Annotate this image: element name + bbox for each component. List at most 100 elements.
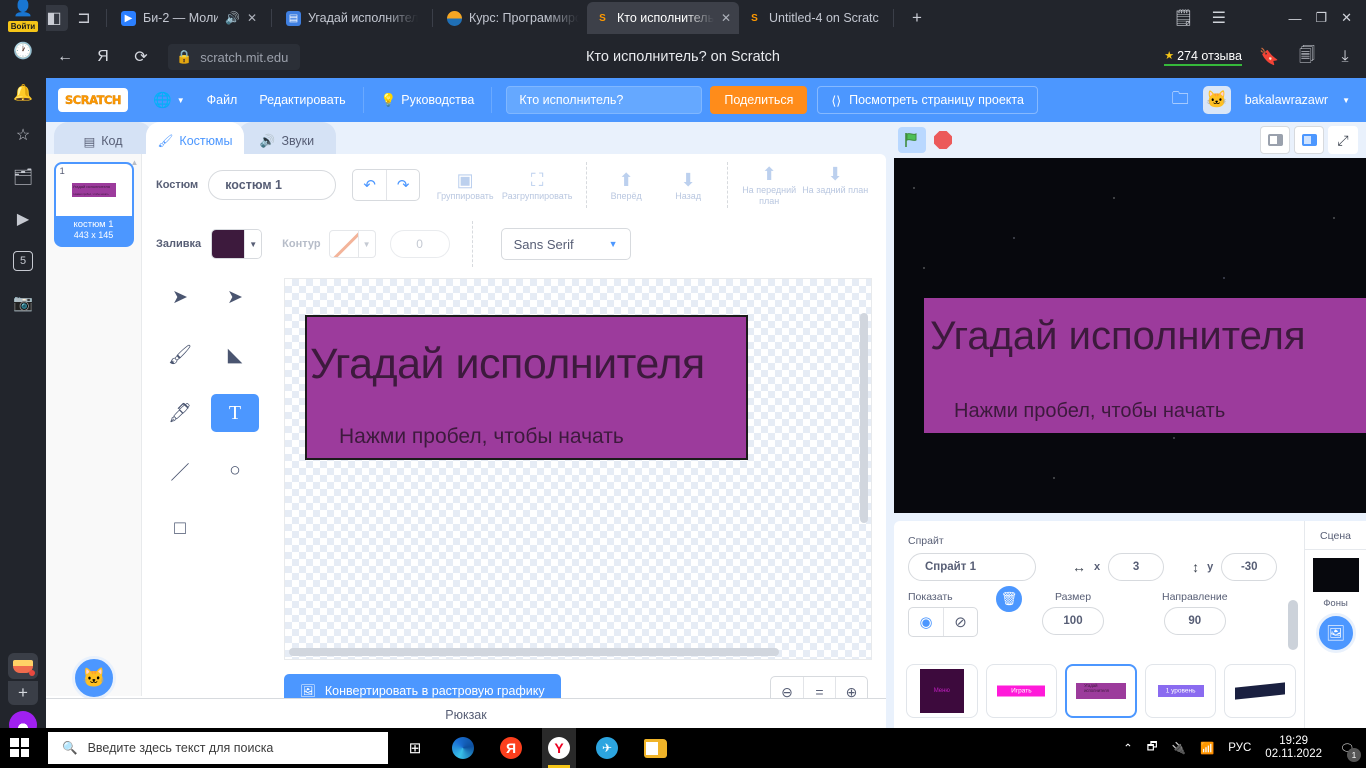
minimize-button[interactable]: — [1288, 11, 1301, 26]
line-tool[interactable]: ／ [156, 452, 204, 490]
project-name-input[interactable]: Кто исполнитель? [506, 86, 703, 114]
fill-color-picker[interactable]: ▼ [211, 229, 263, 259]
backpack-bar[interactable]: Рюкзак [46, 698, 886, 730]
history-icon[interactable]: 🕐 [0, 30, 46, 72]
costume-item[interactable]: 1 Угадай исполнителя Нажми пробел, чтобы… [53, 162, 134, 247]
browser-tab-2[interactable]: Курс: Программирован [439, 2, 587, 34]
sprite-list-scrollbar[interactable] [1288, 600, 1298, 650]
close-icon[interactable]: ✕ [721, 11, 731, 25]
counter-5-icon[interactable]: 5 [0, 240, 46, 282]
yandex-icon[interactable]: Я [494, 728, 528, 768]
redo-icon[interactable]: ↷ [386, 170, 419, 200]
ungroup-button[interactable]: ⛶ Разгруппировать [496, 169, 578, 202]
forward-button[interactable]: ⬆ Вперёд [595, 169, 657, 202]
new-tab-group-icon[interactable]: ⊐ [70, 5, 98, 31]
group-button[interactable]: ▣ Группировать [434, 169, 496, 202]
bell-icon[interactable]: 🔔 [0, 72, 46, 114]
start-button[interactable] [10, 738, 29, 757]
stage-thumbnail[interactable] [1312, 558, 1359, 592]
star-icon[interactable]: ☆ [0, 114, 46, 156]
menu-file[interactable]: Файл [196, 78, 249, 122]
eraser-tool[interactable]: ◣ [211, 336, 259, 374]
task-view-icon[interactable]: ⊞ [398, 728, 432, 768]
green-flag-icon[interactable] [898, 127, 926, 153]
clock[interactable]: 19:29 02.11.2022 [1265, 735, 1322, 761]
outline-color-picker[interactable] [328, 230, 359, 258]
sprite-thumb-4[interactable] [1224, 664, 1296, 718]
browser-tab-0[interactable]: ▶ Би-2 — Молитва 🔊 ✕ [113, 2, 265, 34]
project-page-button[interactable]: ⟨⟩ Посмотреть страницу проекта [817, 86, 1038, 114]
maximize-button[interactable]: ❐ [1315, 10, 1327, 26]
yandex-turbo-icon[interactable]: Я [92, 48, 114, 66]
undo-icon[interactable]: ↶ [353, 170, 386, 200]
reload-icon[interactable]: ⟳ [130, 47, 152, 67]
login-badge[interactable]: 👤 Войти [4, 1, 42, 34]
add-sidebar-button[interactable]: + [8, 681, 38, 705]
show-visible-button[interactable]: ◉ [909, 608, 943, 636]
text-tool[interactable]: T [211, 394, 259, 432]
size-input[interactable]: 100 [1042, 607, 1104, 635]
add-backdrop-button[interactable]: 🖼 [1315, 613, 1356, 653]
notifications-icon[interactable]: 🗨 1 [1336, 737, 1361, 762]
tab-costumes[interactable]: 🖌 Костюмы [146, 122, 244, 160]
share-button[interactable]: Поделиться [710, 86, 808, 114]
brush-tool[interactable]: 🖌 [156, 336, 204, 374]
sprite-thumb-3[interactable]: 1 уровень [1144, 664, 1217, 718]
sprite-thumb-2[interactable]: Угадай исполнителя [1065, 664, 1137, 718]
x-input[interactable]: 3 [1108, 553, 1165, 581]
fill-tool[interactable]: 🖋 [156, 394, 204, 432]
explorer-icon[interactable] [638, 728, 672, 768]
small-stage-button[interactable] [1260, 126, 1290, 154]
browser-tab-1[interactable]: ▤ Угадай исполнителя Бо [278, 2, 426, 34]
large-stage-button[interactable] [1294, 126, 1324, 154]
yandex-browser-icon[interactable]: Y [542, 728, 576, 768]
edge-icon[interactable] [446, 728, 480, 768]
costume-name-input[interactable]: костюм 1 [208, 170, 337, 200]
browser-tab-3[interactable]: S Кто исполнитель? on ✕ [587, 2, 739, 34]
language-indicator[interactable]: РУС [1228, 742, 1251, 754]
player-icon[interactable]: ▶ [0, 198, 46, 240]
telegram-icon[interactable]: ✈ [590, 728, 624, 768]
reviews-badge[interactable]: ★ 274 отзыва [1164, 49, 1242, 66]
font-select[interactable]: Sans Serif ▼ [500, 228, 631, 260]
collections-icon[interactable]: 🗐 [1296, 44, 1318, 71]
search-input[interactable]: 🔍 Введите здесь текст для поиска [48, 732, 388, 764]
chevron-up-icon[interactable]: ⌃ [1123, 741, 1133, 755]
sprite-thumb-0[interactable]: Меню [906, 664, 978, 718]
address-bar[interactable]: 🔒 scratch.mit.edu [168, 44, 301, 70]
new-tab-button[interactable]: + [912, 8, 922, 28]
to-back-button[interactable]: ⬇ На задний план [802, 163, 868, 196]
menu-edit[interactable]: Редактировать [248, 78, 356, 122]
chevron-down-icon[interactable]: ▼ [1342, 96, 1350, 105]
add-costume-button[interactable]: 🐱 [72, 656, 116, 700]
y-input[interactable]: -30 [1221, 553, 1278, 581]
tabs-icon[interactable]: 🗂 [0, 156, 46, 198]
browser-tab-4[interactable]: S Untitled-4 on Scratch [739, 2, 887, 34]
canvas-horizontal-scrollbar[interactable] [289, 648, 779, 656]
tab-list-icon[interactable]: 🗒 [1173, 8, 1193, 28]
canvas-vertical-scrollbar[interactable] [860, 313, 868, 523]
menu-tutorials[interactable]: 💡 Руководства [370, 78, 486, 122]
chevron-down-icon[interactable]: ▼ [358, 230, 376, 258]
stage[interactable]: Угадай исполнителя Нажми пробел, чтобы н… [894, 158, 1366, 513]
direction-input[interactable]: 90 [1163, 607, 1226, 635]
mute-icon[interactable]: 🔊 [225, 11, 240, 25]
backward-button[interactable]: ⬇ Назад [657, 169, 719, 202]
rectangle-tool[interactable]: □ [156, 510, 204, 548]
delete-sprite-button[interactable]: 🗑 [994, 584, 1024, 614]
scratch-logo[interactable]: SCRATCH [58, 88, 128, 112]
fullscreen-button[interactable]: ⤢ [1328, 126, 1358, 154]
wifi-icon[interactable]: 📶 [1200, 741, 1214, 755]
to-front-button[interactable]: ⬆ На передний план [736, 163, 802, 207]
reshape-tool[interactable]: ➤ [211, 278, 259, 316]
circle-tool[interactable]: ○ [211, 452, 259, 490]
language-menu[interactable]: 🌐 ▼ [142, 78, 196, 122]
download-icon[interactable]: ⤓ [1334, 48, 1356, 66]
battery-icon[interactable]: 🔌 [1172, 741, 1186, 755]
onedrive-icon[interactable]: 🗗 [1147, 739, 1158, 758]
sprite-name-input[interactable]: Спрайт 1 [908, 553, 1036, 581]
bookmark-icon[interactable]: 🔖 [1258, 47, 1280, 67]
close-window-button[interactable]: ✕ [1341, 10, 1352, 26]
snapshot-icon[interactable]: 📷 [0, 282, 46, 324]
sprite-thumb-1[interactable]: Играть [985, 664, 1058, 718]
